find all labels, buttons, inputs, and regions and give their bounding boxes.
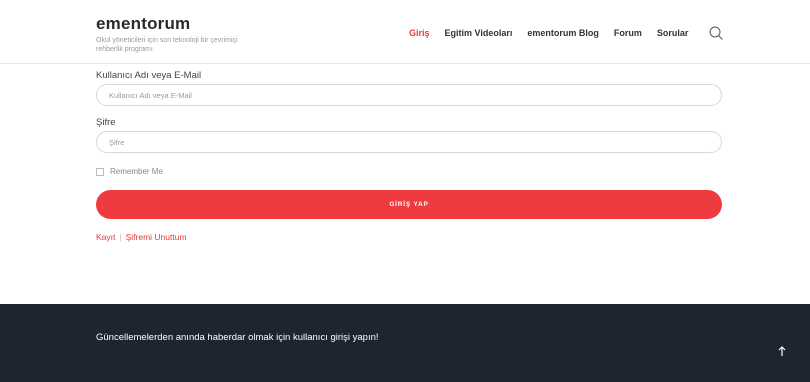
- auth-links: Kayıt | Şifremi Unuttum: [96, 232, 187, 242]
- search-icon[interactable]: [708, 25, 724, 41]
- nav-item-sorular[interactable]: Sorular: [657, 28, 689, 38]
- register-link[interactable]: Kayıt: [96, 232, 115, 242]
- site-footer: Güncellemelerden anında haberdar olmak i…: [0, 304, 810, 382]
- main-nav: Giriş Egitim Videoları ementorum Blog Fo…: [409, 28, 703, 38]
- remember-me[interactable]: Remember Me: [96, 167, 163, 176]
- footer-message: Güncellemelerden anında haberdar olmak i…: [96, 332, 379, 343]
- nav-item-giris[interactable]: Giriş: [409, 28, 430, 38]
- username-input[interactable]: [96, 84, 722, 106]
- brand[interactable]: ementorum Okul yöneticileri için son tek…: [96, 14, 266, 54]
- nav-item-blog[interactable]: ementorum Blog: [527, 28, 599, 38]
- login-button[interactable]: GİRİŞ YAP: [96, 190, 722, 219]
- password-input[interactable]: [96, 131, 722, 153]
- brand-tagline: Okul yöneticileri için son teknoloji bir…: [96, 37, 238, 53]
- username-label: Kullanıcı Adı veya E-Mail: [96, 70, 202, 81]
- arrow-up-icon[interactable]: [776, 344, 788, 358]
- remember-me-label[interactable]: Remember Me: [110, 167, 163, 176]
- site-header: ementorum Okul yöneticileri için son tek…: [0, 0, 810, 64]
- nav-item-forum[interactable]: Forum: [614, 28, 642, 38]
- link-separator: |: [119, 232, 122, 242]
- brand-logo-text[interactable]: ementorum: [96, 14, 266, 34]
- forgot-password-link[interactable]: Şifremi Unuttum: [126, 232, 187, 242]
- remember-me-checkbox[interactable]: [96, 167, 104, 176]
- nav-item-egitim-videolari[interactable]: Egitim Videoları: [445, 28, 513, 38]
- password-label: Şifre: [96, 117, 116, 128]
